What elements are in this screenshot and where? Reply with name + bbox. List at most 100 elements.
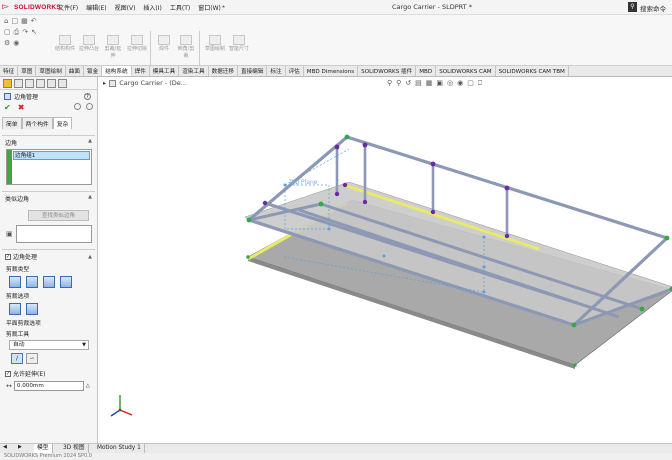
- weldment-icon: [158, 35, 170, 45]
- toolbar-label: 草图绘制: [205, 46, 226, 52]
- toolbar-extrude-boss[interactable]: 拉伸凸台: [79, 35, 99, 53]
- title-bar: ▻ SOLIDWORKS 文件(F) 编辑(E) 视图(V) 插入(I) 工具(…: [0, 0, 672, 15]
- butt-trim-icon[interactable]: [43, 276, 55, 288]
- toolbar-structural-member[interactable]: 结构构件: [55, 35, 75, 53]
- trim-tool-curve-icon[interactable]: ∽: [26, 353, 38, 364]
- toolbar-trim-extend[interactable]: 剪裁/延伸: [103, 35, 123, 60]
- allow-extend-checkbox[interactable]: ✓: [5, 370, 11, 377]
- gap-value-input[interactable]: 0.000mm: [13, 381, 84, 391]
- solidworks-logo[interactable]: ▻ SOLIDWORKS: [2, 2, 61, 13]
- home-icon[interactable]: ⌂: [4, 17, 8, 25]
- options-icon[interactable]: ◉: [13, 39, 19, 47]
- tab-sketch-ink[interactable]: 草图绘制: [36, 66, 66, 76]
- scroll-right-icon[interactable]: ▶: [18, 444, 22, 450]
- tab-mbd-dimensions[interactable]: MBD Dimensions: [304, 66, 359, 76]
- end-trim-icon[interactable]: [9, 276, 21, 288]
- search-commands[interactable]: 搜索命令: [640, 3, 666, 13]
- gap-row: ↔ 0.000mm △: [2, 380, 95, 392]
- open-file-icon[interactable]: ▢: [4, 28, 11, 37]
- planar-trim-icon[interactable]: [60, 276, 72, 288]
- tab-features[interactable]: 特征: [0, 66, 19, 76]
- toolbar-chamfer-trim[interactable]: 倒角/剪裁: [176, 35, 196, 60]
- tab-surfaces[interactable]: 曲面: [66, 66, 84, 76]
- new-file-icon[interactable]: □: [11, 17, 18, 25]
- next-icon[interactable]: [86, 103, 93, 110]
- redo-icon[interactable]: ↷: [22, 28, 28, 37]
- undo-icon[interactable]: ↶: [31, 17, 37, 25]
- collapse-icon[interactable]: ▲: [88, 194, 92, 203]
- selection-indicator: [7, 150, 12, 184]
- collapse-icon[interactable]: ▲: [88, 254, 92, 260]
- menu-file[interactable]: 文件(F): [58, 3, 78, 12]
- previous-icon[interactable]: [74, 103, 81, 110]
- toolbar-sketch[interactable]: 草图绘制: [205, 35, 225, 53]
- display-manager-icon[interactable]: [47, 79, 56, 88]
- configuration-manager-icon[interactable]: [25, 79, 34, 88]
- members-selection-box[interactable]: [15, 225, 92, 243]
- tab-solidworks-cam-tbm[interactable]: SOLIDWORKS CAM TBM: [496, 66, 569, 76]
- graphics-area[interactable]: ▸ Cargo Carrier - (De... ⚲ ⚲ ↺ ▤ ▦ ▣ ◎ ◉…: [99, 77, 672, 443]
- menu-edit[interactable]: 编辑(E): [86, 3, 106, 12]
- save-icon[interactable]: ▦: [21, 17, 28, 25]
- tab-render-tools[interactable]: 渲染工具: [179, 66, 209, 76]
- cam-icon[interactable]: [58, 79, 67, 88]
- tab-weldments[interactable]: 焊件: [132, 66, 150, 76]
- pin-icon[interactable]: ⋆: [221, 2, 226, 11]
- trim-extend-icon: [107, 35, 119, 45]
- tab-complex[interactable]: 复杂: [52, 117, 73, 129]
- trim-tool-dropdown[interactable]: 自动 ▼: [9, 340, 89, 350]
- tab-markup[interactable]: 标注: [267, 66, 286, 76]
- tab-evaluate[interactable]: 评估: [286, 66, 304, 76]
- help-icon[interactable]: ?: [84, 92, 91, 100]
- trim-tool-value: 自动: [13, 342, 25, 348]
- scroll-left-icon[interactable]: ◀: [3, 444, 7, 450]
- trim-option-b-icon[interactable]: [26, 303, 38, 315]
- ok-check-icon[interactable]: ✔: [4, 103, 11, 113]
- corner-treatment-checkbox[interactable]: ✓: [5, 253, 11, 260]
- tab-sketch[interactable]: 草图: [18, 66, 37, 76]
- command-manager-tabs: 特征 草图 草图绘制 曲面 钣金 结构系统 焊件 模具工具 渲染工具 数据迁移 …: [0, 65, 672, 77]
- dimxpert-icon[interactable]: [36, 79, 45, 88]
- print-icon[interactable]: ⎙: [14, 28, 20, 37]
- tab-sheet-metal[interactable]: 钣金: [84, 66, 103, 76]
- tab-solidworks-cam[interactable]: SOLIDWORKS CAM: [436, 66, 496, 76]
- tab-simple[interactable]: 简单: [2, 117, 22, 129]
- corner-group-item[interactable]: 边角组1: [13, 151, 90, 160]
- tab-mold-tools[interactable]: 模具工具: [150, 66, 180, 76]
- search-icon[interactable]: ⚲: [628, 2, 637, 12]
- smart-dimension-icon: [233, 35, 245, 45]
- tab-two-members[interactable]: 两个构件: [21, 117, 53, 129]
- trim-option-a-icon[interactable]: [9, 303, 21, 315]
- tab-data-migration[interactable]: 数据迁移: [209, 66, 238, 76]
- corner-selection-box[interactable]: 边角组1: [6, 149, 92, 185]
- toolbar-extrude-cut[interactable]: 拉伸切除: [127, 35, 147, 53]
- allow-extend-row: ✓ 允许延伸(E): [2, 367, 95, 380]
- trim-tool-linear-icon[interactable]: ∕: [11, 353, 23, 364]
- extrude-boss-icon: [83, 35, 95, 45]
- miter-trim-icon[interactable]: [26, 276, 38, 288]
- sketch-icon: [209, 35, 221, 45]
- tab-structure-system[interactable]: 结构系统: [102, 66, 132, 76]
- feature-manager-icon[interactable]: [3, 79, 12, 88]
- cargo-carrier-model[interactable]: Top Plane: [99, 77, 672, 443]
- spinner-icon[interactable]: △: [86, 383, 90, 389]
- rebuild-icon[interactable]: ⚙: [4, 39, 10, 47]
- toolbar-separator: [199, 31, 200, 67]
- toolbar-weldment[interactable]: 焊件: [154, 35, 174, 53]
- toolbar-separator: [150, 31, 151, 67]
- select-icon[interactable]: ↖: [31, 28, 37, 37]
- menu-view[interactable]: 视图(V): [115, 3, 136, 12]
- find-similar-corners-button[interactable]: 查找类似边角: [28, 210, 89, 221]
- solidworks-logo-icon: ▻: [2, 2, 9, 12]
- menu-insert[interactable]: 插入(I): [143, 3, 161, 12]
- cancel-x-icon[interactable]: ✖: [18, 103, 25, 113]
- menu-window[interactable]: 窗口(W): [198, 3, 221, 12]
- property-manager-icon[interactable]: [14, 79, 23, 88]
- collapse-icon[interactable]: ▲: [88, 138, 92, 147]
- tab-mbd[interactable]: MBD: [416, 66, 437, 76]
- tab-solidworks-addins[interactable]: SOLIDWORKS 插件: [358, 66, 417, 76]
- menu-tools[interactable]: 工具(T): [170, 3, 190, 12]
- toolbar-smart-dimension[interactable]: 智能尺寸: [229, 35, 249, 53]
- trim-option-icons: [2, 301, 95, 317]
- tab-direct-editing[interactable]: 直接编辑: [238, 66, 268, 76]
